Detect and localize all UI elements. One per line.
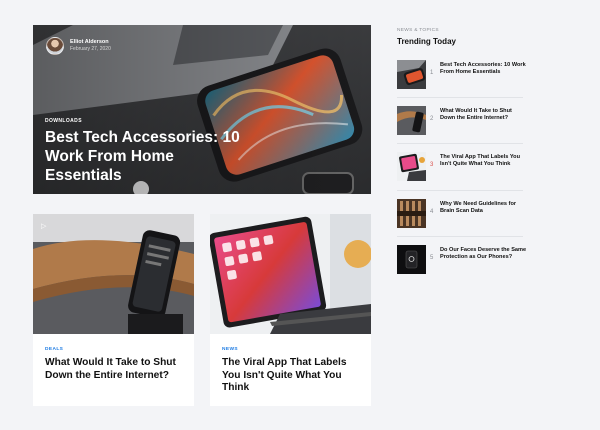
trending-number: 2: [430, 116, 434, 122]
trending-title[interactable]: What Would It Take to Shut Down the Enti…: [440, 108, 528, 122]
article-card-deals[interactable]: ▷ DEALS What Would It Take to Shut Down …: [33, 214, 194, 406]
trending-number: 5: [430, 255, 434, 261]
play-icon[interactable]: ▷: [41, 222, 46, 230]
divider: [397, 143, 523, 144]
author-date: February 27, 2020: [70, 46, 111, 52]
divider: [397, 190, 523, 191]
sidebar-kicker: NEWS & TOPICS: [397, 28, 439, 33]
card-title[interactable]: The Viral App That Labels You Isn't Quit…: [222, 357, 367, 395]
trending-title[interactable]: Why We Need Guidelines for Brain Scan Da…: [440, 201, 528, 215]
trending-number: 3: [430, 162, 434, 168]
card-category[interactable]: NEWS: [222, 347, 238, 352]
divider: [397, 97, 523, 98]
hero-title[interactable]: Best Tech Accessories: 10 Work From Home…: [45, 128, 245, 185]
trending-item-4[interactable]: 4 Why We Need Guidelines for Brain Scan …: [397, 199, 523, 233]
trending-thumbnail[interactable]: [397, 245, 426, 274]
divider: [397, 236, 523, 237]
card-title[interactable]: What Would It Take to Shut Down the Enti…: [45, 357, 190, 382]
trending-item-3[interactable]: 3 The Viral App That Labels You Isn't Qu…: [397, 152, 523, 186]
card-image: [210, 214, 371, 334]
author-name[interactable]: Elliot Alderson: [70, 39, 111, 46]
trending-title[interactable]: Do Our Faces Deserve the Same Protection…: [440, 247, 528, 261]
trending-thumbnail[interactable]: [397, 106, 426, 135]
trending-number: 4: [430, 209, 434, 215]
sidebar-title: Trending Today: [397, 37, 456, 46]
trending-thumbnail[interactable]: [397, 199, 426, 228]
trending-thumbnail[interactable]: [397, 152, 426, 181]
trending-title[interactable]: Best Tech Accessories: 10 Work From Home…: [440, 62, 528, 76]
trending-thumbnail[interactable]: [397, 60, 426, 89]
trending-item-5[interactable]: 5 Do Our Faces Deserve the Same Protecti…: [397, 245, 526, 279]
trending-number: 1: [430, 70, 434, 76]
trending-item-1[interactable]: 1 Best Tech Accessories: 10 Work From Ho…: [397, 60, 526, 94]
hero-article[interactable]: Elliot Alderson February 27, 2020 DOWNLO…: [33, 25, 371, 194]
article-card-news[interactable]: NEWS The Viral App That Labels You Isn't…: [210, 214, 371, 406]
trending-item-2[interactable]: 2 What Would It Take to Shut Down the En…: [397, 106, 523, 140]
author-avatar[interactable]: [46, 37, 64, 55]
hero-category[interactable]: DOWNLOADS: [45, 118, 82, 124]
hero-author[interactable]: Elliot Alderson February 27, 2020: [46, 37, 111, 55]
card-category[interactable]: DEALS: [45, 347, 63, 352]
card-image: ▷: [33, 214, 194, 334]
trending-title[interactable]: The Viral App That Labels You Isn't Quit…: [440, 154, 528, 168]
